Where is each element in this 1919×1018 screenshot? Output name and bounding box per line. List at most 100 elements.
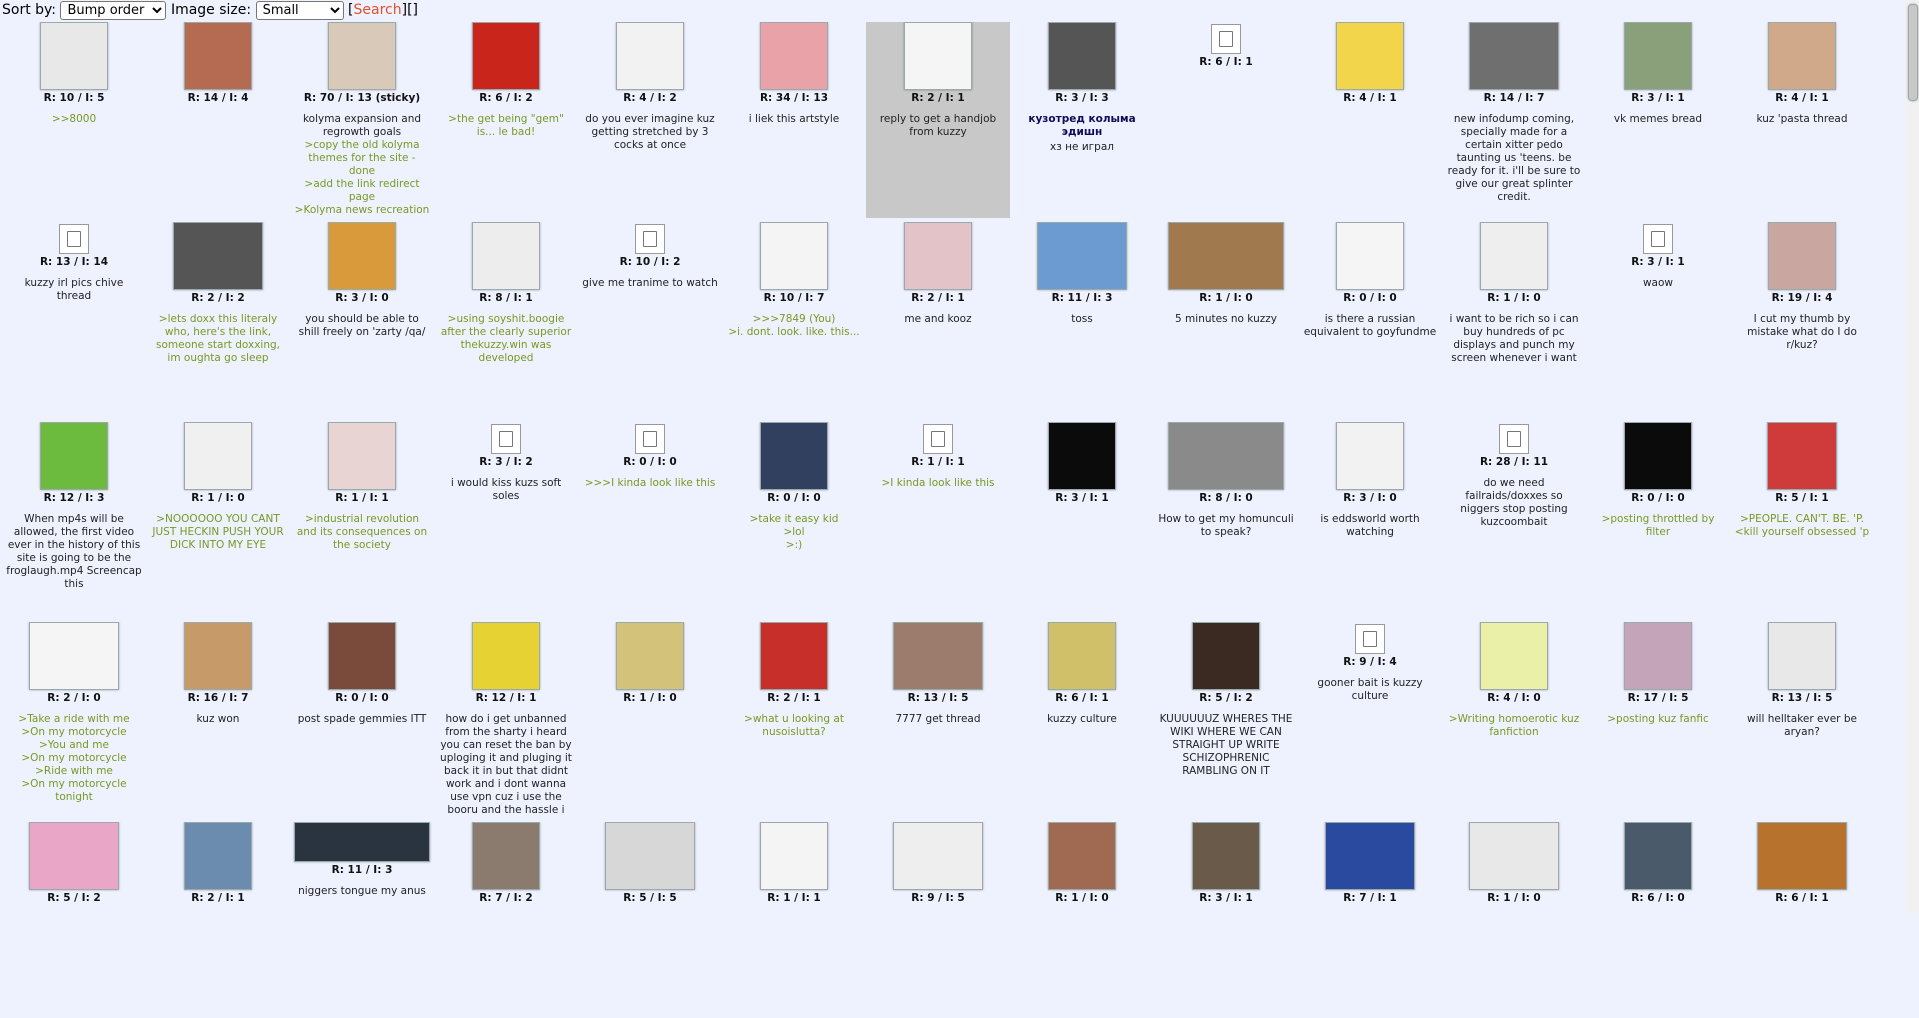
thread-cell[interactable]: R: 0 / I: 0 >take it easy kid >lol >:) xyxy=(722,422,866,618)
thread-thumbnail[interactable] xyxy=(760,622,828,690)
broken-image-icon[interactable] xyxy=(1355,624,1385,654)
thread-thumbnail[interactable] xyxy=(472,22,540,90)
thread-cell[interactable]: R: 1 / I: 0 >NOOOOOO YOU CANT JUST HECKIN… xyxy=(146,422,290,618)
vertical-scrollbar[interactable] xyxy=(1905,0,1919,913)
thread-cell[interactable]: R: 3 / I: 0 is eddsworld worth watching xyxy=(1298,422,1442,618)
thread-cell[interactable]: R: 6 / I: 1 xyxy=(1730,822,1874,1018)
thread-thumbnail[interactable] xyxy=(1624,622,1692,690)
thread-cell[interactable]: R: 14 / I: 4 xyxy=(146,22,290,218)
thread-cell[interactable]: R: 1 / I: 0 5 minutes no kuzzy xyxy=(1154,222,1298,418)
broken-image-icon[interactable] xyxy=(923,424,953,454)
thread-cell[interactable]: R: 2 / I: 1 reply to get a handjob from k… xyxy=(866,22,1010,218)
thread-thumbnail[interactable] xyxy=(1768,622,1836,690)
thread-cell[interactable]: R: 14 / I: 7 new infodump coming, special… xyxy=(1442,22,1586,218)
thread-cell[interactable]: R: 13 / I: 5 will helltaker ever be aryan… xyxy=(1730,622,1874,818)
thread-thumbnail[interactable] xyxy=(760,22,828,90)
thread-cell[interactable]: R: 1 / I: 0 xyxy=(578,622,722,818)
thread-cell[interactable]: R: 12 / I: 3 When mp4s will be allowed, t… xyxy=(2,422,146,618)
thread-thumbnail[interactable] xyxy=(1624,822,1692,890)
thread-cell[interactable]: R: 7 / I: 2 xyxy=(434,822,578,1018)
thread-cell[interactable]: R: 4 / I: 2 do you ever imagine kuz getti… xyxy=(578,22,722,218)
thread-thumbnail[interactable] xyxy=(1757,822,1847,890)
thread-cell[interactable]: R: 1 / I: 0 xyxy=(1442,822,1586,1018)
thread-cell[interactable]: R: 0 / I: 0 is there a russian equivalent… xyxy=(1298,222,1442,418)
thread-thumbnail[interactable] xyxy=(184,622,252,690)
broken-image-icon[interactable] xyxy=(635,424,665,454)
thread-thumbnail[interactable] xyxy=(1037,222,1127,290)
thread-cell[interactable]: R: 2 / I: 0 >Take a ride with me >On my mo… xyxy=(2,622,146,818)
broken-image-icon[interactable] xyxy=(635,224,665,254)
thread-cell[interactable]: R: 11 / I: 3 toss xyxy=(1010,222,1154,418)
thread-cell[interactable]: R: 10 / I: 7 >>>7849 (You) >i. dont. look.… xyxy=(722,222,866,418)
thread-cell[interactable]: R: 1 / I: 1 >I kinda look like this xyxy=(866,422,1010,618)
thread-cell[interactable]: R: 5 / I: 2 KUUUUUUZ WHERES THE WIKI WHER… xyxy=(1154,622,1298,818)
thread-thumbnail[interactable] xyxy=(1624,422,1692,490)
thread-cell[interactable]: R: 2 / I: 1 >what u looking at nusoislutt… xyxy=(722,622,866,818)
image-size-select[interactable]: Small xyxy=(255,1,344,20)
thread-thumbnail[interactable] xyxy=(29,822,119,890)
thread-cell[interactable]: R: 3 / I: 1 vk memes bread xyxy=(1586,22,1730,218)
thread-thumbnail[interactable] xyxy=(1480,622,1548,690)
thread-thumbnail[interactable] xyxy=(472,822,540,890)
thread-cell[interactable]: R: 5 / I: 1 >PEOPLE. CAN'T. BE. 'P. <kill … xyxy=(1730,422,1874,618)
thread-cell[interactable]: R: 19 / I: 4 I cut my thumb by mistake wh… xyxy=(1730,222,1874,418)
thread-thumbnail[interactable] xyxy=(40,22,108,90)
thread-cell[interactable]: R: 3 / I: 0 you should be able to shill f… xyxy=(290,222,434,418)
thread-cell[interactable]: R: 6 / I: 1 xyxy=(1154,22,1298,218)
thread-cell[interactable]: R: 2 / I: 2 >lets doxx this literaly who,… xyxy=(146,222,290,418)
thread-thumbnail[interactable] xyxy=(893,822,983,890)
thread-cell[interactable]: R: 9 / I: 4 gooner bait is kuzzy culture xyxy=(1298,622,1442,818)
scrollbar-thumb[interactable] xyxy=(1908,4,1918,101)
thread-cell[interactable]: R: 9 / I: 5 xyxy=(866,822,1010,1018)
thread-thumbnail[interactable] xyxy=(1336,222,1404,290)
thread-thumbnail[interactable] xyxy=(1336,22,1404,90)
thread-thumbnail[interactable] xyxy=(184,422,252,490)
thread-cell[interactable]: R: 2 / I: 1 xyxy=(146,822,290,1018)
thread-thumbnail[interactable] xyxy=(1768,222,1836,290)
thread-cell[interactable]: R: 8 / I: 0 How to get my homunculi to sp… xyxy=(1154,422,1298,618)
thread-thumbnail[interactable] xyxy=(40,422,108,490)
thread-thumbnail[interactable] xyxy=(472,622,540,690)
thread-thumbnail[interactable] xyxy=(1168,222,1284,290)
thread-cell[interactable]: R: 3 / I: 1 xyxy=(1154,822,1298,1018)
thread-cell[interactable]: R: 6 / I: 1 kuzzy culture xyxy=(1010,622,1154,818)
thread-thumbnail[interactable] xyxy=(294,822,430,862)
thread-cell[interactable]: R: 1 / I: 0 xyxy=(1010,822,1154,1018)
thread-thumbnail[interactable] xyxy=(1192,822,1260,890)
thread-thumbnail[interactable] xyxy=(616,22,684,90)
thread-thumbnail[interactable] xyxy=(1767,422,1837,490)
thread-cell[interactable]: R: 13 / I: 5 7777 get thread xyxy=(866,622,1010,818)
thread-cell[interactable]: R: 10 / I: 2 give me tranime to watch xyxy=(578,222,722,418)
thread-thumbnail[interactable] xyxy=(328,22,396,90)
thread-cell[interactable]: R: 10 / I: 5 >>8000 xyxy=(2,22,146,218)
thread-cell[interactable]: R: 0 / I: 0 post spade gemmies ITT xyxy=(290,622,434,818)
thread-thumbnail[interactable] xyxy=(1325,822,1415,890)
thread-thumbnail[interactable] xyxy=(1336,422,1404,490)
thread-thumbnail[interactable] xyxy=(1192,622,1260,690)
thread-thumbnail[interactable] xyxy=(760,422,828,490)
thread-cell[interactable]: R: 7 / I: 1 xyxy=(1298,822,1442,1018)
broken-image-icon[interactable] xyxy=(1211,24,1241,54)
thread-cell[interactable]: R: 1 / I: 1 xyxy=(722,822,866,1018)
thread-thumbnail[interactable] xyxy=(328,422,396,490)
thread-cell[interactable]: R: 3 / I: 1 waow xyxy=(1586,222,1730,418)
thread-thumbnail[interactable] xyxy=(904,22,972,90)
thread-thumbnail[interactable] xyxy=(184,22,252,90)
thread-cell[interactable]: R: 3 / I: 1 xyxy=(1010,422,1154,618)
thread-thumbnail[interactable] xyxy=(1048,622,1116,690)
thread-cell[interactable]: R: 3 / I: 3 кузотред колыма эдишн хз не иг… xyxy=(1010,22,1154,218)
thread-cell[interactable]: R: 70 / I: 13 (sticky) kolyma expansion a… xyxy=(290,22,434,218)
thread-cell[interactable]: R: 0 / I: 0 >>>I kinda look like this xyxy=(578,422,722,618)
thread-thumbnail[interactable] xyxy=(184,822,252,890)
thread-cell[interactable]: R: 17 / I: 5 >posting kuz fanfic xyxy=(1586,622,1730,818)
thread-cell[interactable]: R: 0 / I: 0 >posting throttled by filter xyxy=(1586,422,1730,618)
thread-thumbnail[interactable] xyxy=(760,222,828,290)
thread-cell[interactable]: R: 12 / I: 1 how do i get unbanned from t… xyxy=(434,622,578,818)
thread-thumbnail[interactable] xyxy=(29,622,119,690)
thread-cell[interactable]: R: 16 / I: 7 kuz won xyxy=(146,622,290,818)
thread-cell[interactable]: R: 1 / I: 1 >industrial revolution and it… xyxy=(290,422,434,618)
thread-cell[interactable]: R: 5 / I: 2 xyxy=(2,822,146,1018)
thread-cell[interactable]: R: 5 / I: 5 xyxy=(578,822,722,1018)
thread-cell[interactable]: R: 4 / I: 1 kuz 'pasta thread xyxy=(1730,22,1874,218)
thread-thumbnail[interactable] xyxy=(328,622,396,690)
